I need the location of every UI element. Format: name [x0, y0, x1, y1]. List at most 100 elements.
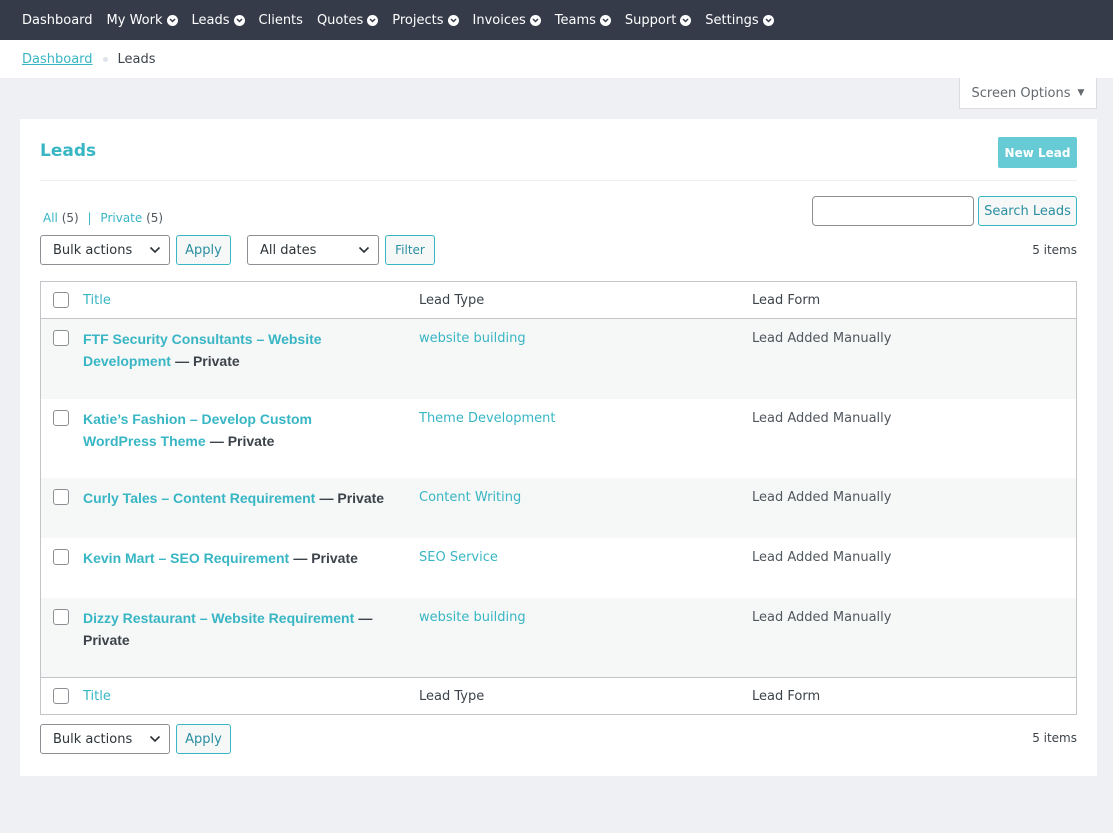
nav-label: My Work [106, 12, 163, 28]
nav-my-work[interactable]: My Work [107, 13, 178, 28]
filter-all-link[interactable]: All [43, 211, 58, 225]
nav-label: Invoices [472, 12, 526, 28]
chevron-down-icon [166, 14, 178, 26]
row-checkbox[interactable] [53, 410, 69, 426]
table-row: Katie’s Fashion – Develop Custom WordPre… [41, 399, 1076, 478]
nav-quotes[interactable]: Quotes [316, 12, 379, 28]
chevron-down-icon [233, 14, 245, 26]
bulk-actions-select[interactable]: Bulk actions [40, 235, 170, 265]
triangle-down-icon: ▼ [1077, 88, 1085, 98]
lead-form-text: Lead Added Manually [752, 610, 892, 625]
table-row: Dizzy Restaurant – Website Requirement —… [41, 598, 1076, 677]
search-input[interactable] [812, 196, 974, 226]
row-checkbox[interactable] [53, 489, 69, 505]
lead-form-text: Lead Added Manually [752, 411, 892, 426]
lead-type-link[interactable]: website building [419, 608, 526, 628]
apply-button[interactable]: Apply [176, 235, 231, 265]
dates-value: All dates [260, 242, 317, 258]
breadcrumb-separator [102, 56, 108, 62]
divider [40, 180, 1077, 181]
nav-projects[interactable]: Projects [392, 12, 459, 28]
lead-title-link[interactable]: Curly Tales – Content Requirement [83, 490, 315, 506]
nav-clients[interactable]: Clients [259, 13, 303, 28]
chevron-down-icon [358, 246, 370, 254]
apply-button-bottom[interactable]: Apply [176, 724, 231, 754]
select-all-checkbox[interactable] [53, 688, 69, 704]
row-checkbox[interactable] [53, 330, 69, 346]
column-lead-form: Lead Form [752, 688, 821, 704]
row-title-cell: Katie’s Fashion – Develop Custom WordPre… [83, 409, 373, 453]
lead-title-link[interactable]: Dizzy Restaurant – Website Requirement [83, 610, 354, 626]
row-title-cell: Kevin Mart – SEO Requirement — Private [83, 548, 403, 570]
breadcrumb: Dashboard Leads [0, 40, 1113, 78]
status-filter-links: All (5) | Private (5) [43, 211, 163, 225]
filter-private-count: (5) [146, 211, 164, 225]
nav-label: Projects [392, 12, 444, 28]
breadcrumb-dashboard-link[interactable]: Dashboard [22, 52, 93, 67]
row-checkbox[interactable] [53, 609, 69, 625]
chevron-down-icon [149, 246, 161, 254]
breadcrumb-current: Leads [117, 51, 156, 67]
lead-type-link[interactable]: Content Writing [419, 488, 521, 508]
post-state: — Private [175, 353, 240, 369]
table-header: Title Lead Type Lead Form [41, 282, 1076, 319]
post-state: — Private [293, 550, 358, 566]
lead-title-link[interactable]: Katie’s Fashion – Develop Custom WordPre… [83, 411, 312, 449]
chevron-down-icon [762, 14, 774, 26]
lead-form-text: Lead Added Manually [752, 490, 892, 505]
nav-settings[interactable]: Settings [705, 12, 774, 28]
bulk-actions-select-bottom[interactable]: Bulk actions [40, 724, 170, 754]
nav-dashboard[interactable]: Dashboard [22, 13, 93, 28]
filter-button[interactable]: Filter [385, 235, 435, 265]
row-checkbox[interactable] [53, 549, 69, 565]
column-lead-form: Lead Form [752, 292, 821, 308]
filter-private-link[interactable]: Private [100, 211, 142, 225]
filter-all-count: (5) [61, 211, 79, 225]
chevron-down-icon [599, 14, 611, 26]
nav-label: Dashboard [22, 12, 93, 28]
nav-label: Clients [258, 12, 303, 28]
select-all-checkbox[interactable] [53, 292, 69, 308]
new-lead-button[interactable]: New Lead [998, 137, 1077, 168]
column-title-sort-link[interactable]: Title [83, 689, 111, 704]
lead-type-link[interactable]: SEO Service [419, 548, 498, 568]
chevron-down-icon [680, 14, 692, 26]
top-navigation: Dashboard My Work Leads Clients Quotes P… [0, 0, 1113, 40]
lead-form-text: Lead Added Manually [752, 331, 892, 346]
chevron-down-icon [367, 14, 379, 26]
lead-type-link[interactable]: website building [419, 329, 526, 349]
table-footer: Title Lead Type Lead Form [41, 677, 1076, 714]
column-title-sort-link[interactable]: Title [83, 293, 111, 308]
nav-label: Support [624, 12, 677, 28]
row-title-cell: Dizzy Restaurant – Website Requirement —… [83, 608, 373, 652]
lead-type-link[interactable]: Theme Development [419, 409, 556, 429]
chevron-down-icon [529, 14, 541, 26]
bulk-actions-value: Bulk actions [53, 731, 133, 747]
lead-form-text: Lead Added Manually [752, 550, 892, 565]
nav-label: Leads [191, 12, 230, 28]
leads-table: Title Lead Type Lead Form FTF Security C… [40, 281, 1077, 715]
bulk-actions-value: Bulk actions [53, 242, 133, 258]
row-title-cell: FTF Security Consultants – Website Devel… [83, 329, 403, 373]
screen-options-label: Screen Options [971, 85, 1071, 101]
nav-teams[interactable]: Teams [555, 13, 611, 28]
table-row: Curly Tales – Content Requirement — Priv… [41, 478, 1076, 538]
table-row: Kevin Mart – SEO Requirement — Private S… [41, 538, 1076, 598]
chevron-down-icon [149, 735, 161, 743]
nav-label: Settings [705, 12, 759, 28]
filter-separator: | [87, 211, 92, 225]
nav-invoices[interactable]: Invoices [473, 13, 541, 28]
nav-leads[interactable]: Leads [192, 13, 245, 28]
page-title: Leads [40, 141, 97, 161]
nav-support[interactable]: Support [624, 12, 692, 28]
table-row: FTF Security Consultants – Website Devel… [41, 319, 1076, 399]
row-title-cell: Curly Tales – Content Requirement — Priv… [83, 488, 403, 510]
column-lead-type: Lead Type [419, 292, 485, 308]
lead-title-link[interactable]: Kevin Mart – SEO Requirement [83, 550, 289, 566]
leads-panel: Leads New Lead All (5) | Private (5) Sea… [20, 119, 1097, 776]
search-leads-button[interactable]: Search Leads [978, 196, 1077, 226]
nav-label: Teams [554, 12, 596, 28]
screen-options-button[interactable]: Screen Options ▼ [959, 78, 1097, 109]
dates-select[interactable]: All dates [247, 235, 379, 265]
nav-label: Quotes [316, 12, 364, 28]
